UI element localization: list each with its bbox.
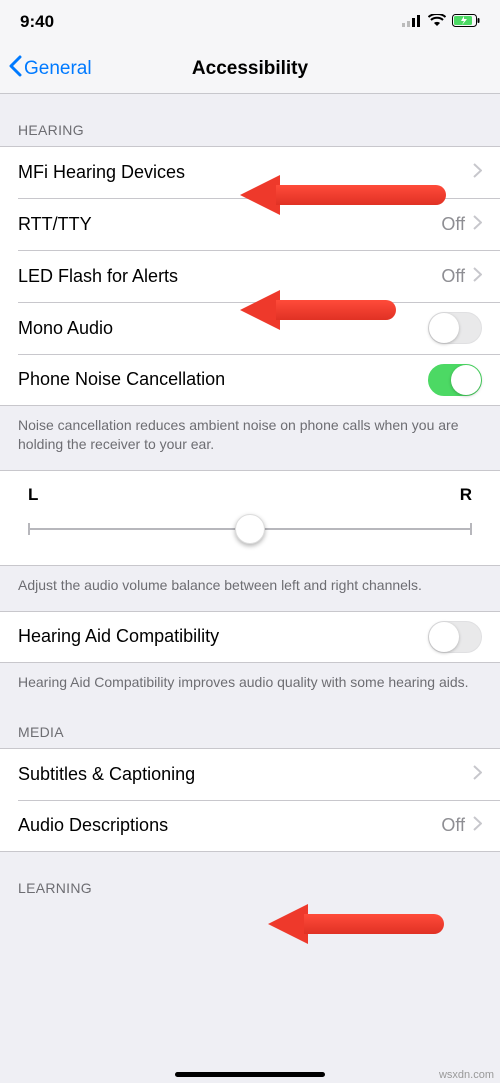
annotation-arrow <box>268 904 438 944</box>
row-label: Mono Audio <box>18 318 428 339</box>
section-header-hearing: HEARING <box>0 94 500 146</box>
balance-slider-row: L R <box>0 470 500 566</box>
row-mfi-hearing-devices[interactable]: MFi Hearing Devices <box>0 146 500 198</box>
status-time: 9:40 <box>20 12 54 32</box>
footer-hac: Hearing Aid Compatibility improves audio… <box>0 663 500 708</box>
row-rtt-tty[interactable]: RTT/TTY Off <box>0 198 500 250</box>
chevron-right-icon <box>473 162 482 183</box>
row-label: RTT/TTY <box>18 214 441 235</box>
status-icons <box>402 12 480 32</box>
footer-balance: Adjust the audio volume balance between … <box>0 566 500 611</box>
cellular-icon <box>402 12 422 32</box>
chevron-right-icon <box>473 266 482 287</box>
row-value: Off <box>441 266 465 287</box>
wifi-icon <box>428 12 446 32</box>
row-led-flash[interactable]: LED Flash for Alerts Off <box>0 250 500 302</box>
section-header-learning: LEARNING <box>0 852 500 904</box>
slider-right-label: R <box>460 485 472 505</box>
back-label: General <box>24 58 92 80</box>
row-phone-noise-cancellation: Phone Noise Cancellation <box>0 354 500 406</box>
row-audio-descriptions[interactable]: Audio Descriptions Off <box>0 800 500 852</box>
row-value: Off <box>441 815 465 836</box>
chevron-left-icon <box>8 55 22 83</box>
chevron-right-icon <box>473 764 482 785</box>
row-subtitles-captioning[interactable]: Subtitles & Captioning <box>0 748 500 800</box>
row-value: Off <box>441 214 465 235</box>
battery-icon <box>452 12 480 32</box>
row-label: Audio Descriptions <box>18 815 441 836</box>
back-button[interactable]: General <box>8 55 92 83</box>
section-header-media: MEDIA <box>0 708 500 748</box>
row-label: Hearing Aid Compatibility <box>18 626 428 647</box>
footer-noise: Noise cancellation reduces ambient noise… <box>0 406 500 470</box>
hearing-aid-compat-toggle[interactable] <box>428 621 482 653</box>
noise-cancellation-toggle[interactable] <box>428 364 482 396</box>
row-hearing-aid-compat: Hearing Aid Compatibility <box>0 611 500 663</box>
mono-audio-toggle[interactable] <box>428 312 482 344</box>
balance-slider[interactable] <box>28 515 472 543</box>
row-label: Subtitles & Captioning <box>18 764 473 785</box>
row-label: MFi Hearing Devices <box>18 162 473 183</box>
chevron-right-icon <box>473 815 482 836</box>
watermark: wsxdn.com <box>439 1069 494 1081</box>
chevron-right-icon <box>473 214 482 235</box>
status-bar: 9:40 <box>0 0 500 44</box>
row-label: LED Flash for Alerts <box>18 266 441 287</box>
slider-left-label: L <box>28 485 38 505</box>
row-label: Phone Noise Cancellation <box>18 369 428 390</box>
slider-knob[interactable] <box>235 514 265 544</box>
nav-bar: General Accessibility <box>0 44 500 94</box>
home-indicator <box>175 1072 325 1077</box>
row-mono-audio: Mono Audio <box>0 302 500 354</box>
